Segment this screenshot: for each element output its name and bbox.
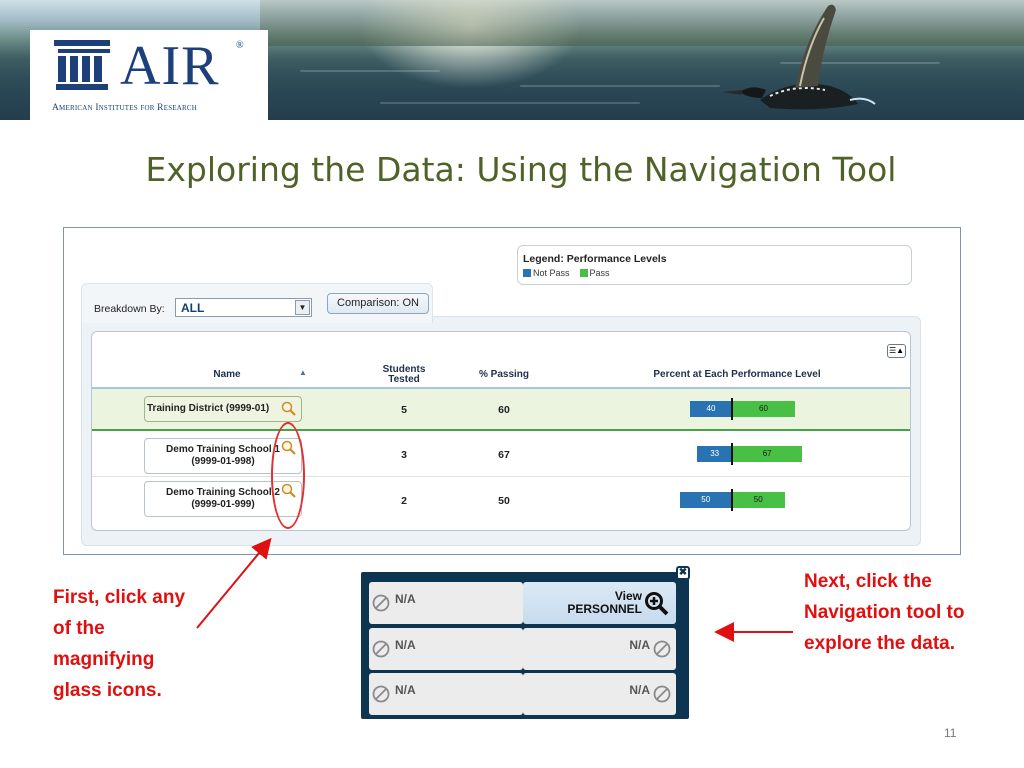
nav-cell-na: N/A bbox=[523, 673, 676, 715]
instruction-step-2: Next, click the Navigation tool to explo… bbox=[804, 571, 965, 654]
unavailable-icon bbox=[653, 685, 671, 703]
navigation-tool-popup: N/A View PERSONNEL N/A N/A N/A N/A bbox=[361, 572, 689, 719]
nav-cell-na: N/A bbox=[523, 628, 676, 670]
slide-number: 11 bbox=[944, 726, 957, 740]
arrow-to-magnifier bbox=[196, 537, 272, 629]
zoom-in-icon[interactable] bbox=[644, 591, 670, 617]
close-icon[interactable]: ✖ bbox=[676, 566, 690, 580]
nav-cell-na: N/A bbox=[369, 628, 523, 670]
unavailable-icon bbox=[372, 594, 390, 612]
view-personnel-button[interactable]: View PERSONNEL bbox=[523, 582, 676, 624]
unavailable-icon bbox=[653, 640, 671, 658]
nav-cell-na: N/A bbox=[369, 582, 523, 624]
nav-cell-na: N/A bbox=[369, 673, 523, 715]
unavailable-icon bbox=[372, 640, 390, 658]
instruction-step-1: First, click any of the magnifying glass… bbox=[53, 587, 186, 701]
unavailable-icon bbox=[372, 685, 390, 703]
